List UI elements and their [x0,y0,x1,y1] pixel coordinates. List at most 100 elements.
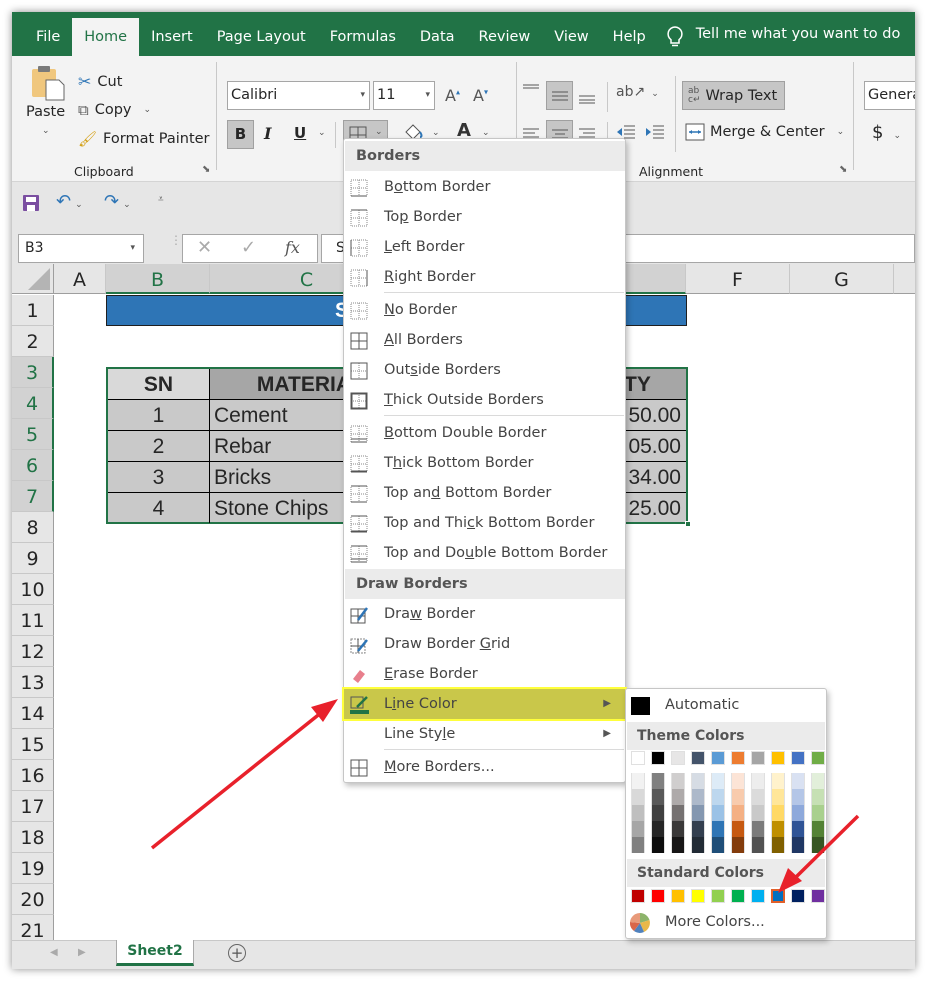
automatic-color-option[interactable]: Automatic [626,691,826,721]
redo-button[interactable]: ↷ ⌄ [104,191,131,212]
theme-shade-swatch[interactable] [691,821,705,837]
theme-shade-swatch[interactable] [751,821,765,837]
theme-shade-swatch[interactable] [811,821,825,837]
cell-sn[interactable]: 2 [108,431,210,461]
theme-shade-swatch[interactable] [731,773,745,789]
tab-formulas[interactable]: Formulas [318,12,408,56]
menu-item-left-border[interactable]: Left Border [344,232,625,262]
theme-shade-swatch[interactable] [671,837,685,853]
cell-quantity[interactable]: 50.00 [621,400,681,431]
menu-item-erase-border[interactable]: Erase Border [344,659,625,689]
customize-qat-icon[interactable]: ⩡ [158,194,164,205]
theme-shade-swatch[interactable] [671,805,685,821]
theme-shade-swatch[interactable] [651,821,665,837]
theme-shade-swatch[interactable] [691,773,705,789]
theme-color-swatch[interactable] [651,751,665,765]
theme-shade-swatch[interactable] [651,789,665,805]
theme-shade-swatch[interactable] [731,837,745,853]
theme-shade-swatch[interactable] [751,789,765,805]
theme-color-swatch[interactable] [731,751,745,765]
align-bottom-button[interactable] [578,88,596,108]
bold-button[interactable]: B [227,120,254,149]
theme-shade-swatch[interactable] [791,789,805,805]
header-quantity[interactable]: TY [624,369,674,400]
menu-item-draw-border-grid[interactable]: Draw Border Grid [344,629,625,659]
theme-shade-swatch[interactable] [811,837,825,853]
menu-item-top-and-bottom-border[interactable]: Top and Bottom Border [344,478,625,508]
menu-item-draw-border[interactable]: Draw Border [344,599,625,629]
insert-function-icon[interactable]: fx [285,235,300,261]
standard-color-swatch[interactable] [791,889,805,903]
copy-dropdown-icon[interactable]: ⌄ [144,105,152,115]
standard-color-swatch[interactable] [651,889,665,903]
menu-item-all-borders[interactable]: All Borders [344,325,625,355]
sheet-tab-sheet2[interactable]: Sheet2 [116,940,194,966]
row-header-13[interactable]: 13 [12,667,54,698]
select-all-corner[interactable] [12,264,54,294]
row-header-17[interactable]: 17 [12,791,54,822]
menu-item-bottom-double-border[interactable]: Bottom Double Border [344,418,625,448]
align-middle-button[interactable] [546,81,573,110]
theme-color-swatch[interactable] [671,751,685,765]
column-header-a[interactable]: A [54,264,106,294]
fill-handle[interactable] [685,521,691,527]
standard-color-swatch[interactable] [671,889,685,903]
theme-shade-swatch[interactable] [691,789,705,805]
row-header-6[interactable]: 6 [12,450,54,481]
menu-item-right-border[interactable]: Right Border [344,262,625,292]
standard-color-swatch-selected[interactable] [771,889,785,903]
tab-insert[interactable]: Insert [139,12,205,56]
theme-shade-swatch[interactable] [731,789,745,805]
wrap-text-button[interactable]: ab c↵ Wrap Text [682,81,785,110]
theme-shade-swatch[interactable] [631,805,645,821]
theme-shade-swatch[interactable] [791,837,805,853]
enter-icon[interactable]: ✓ [241,235,256,261]
menu-item-top-border[interactable]: Top Border [344,202,625,232]
theme-shade-swatch[interactable] [631,821,645,837]
grow-font-button[interactable]: A▴ [445,86,460,105]
number-format-dropdown[interactable]: Genera [864,81,915,110]
cell-sn[interactable]: 3 [108,462,210,492]
font-name-dropdown[interactable]: Calibri ▾ [227,81,370,110]
row-header-19[interactable]: 19 [12,853,54,884]
theme-shade-swatch[interactable] [651,837,665,853]
tab-page-layout[interactable]: Page Layout [205,12,318,56]
undo-button[interactable]: ↶ ⌄ [56,191,83,212]
cancel-icon[interactable]: ✕ [197,235,212,261]
tab-data[interactable]: Data [408,12,467,56]
scroll-tabs-right-icon[interactable]: ▶ [78,947,86,958]
menu-item-no-border[interactable]: No Border [344,295,625,325]
theme-color-swatch[interactable] [711,751,725,765]
theme-shade-swatch[interactable] [711,789,725,805]
theme-shade-swatch[interactable] [751,773,765,789]
theme-shade-swatch[interactable] [791,821,805,837]
standard-color-swatch[interactable] [731,889,745,903]
theme-shade-swatch[interactable] [791,805,805,821]
row-header-12[interactable]: 12 [12,636,54,667]
theme-shade-swatch[interactable] [631,773,645,789]
name-box[interactable]: B3 ▾ [18,234,144,263]
column-header-b[interactable]: B [106,264,210,294]
theme-shade-swatch[interactable] [811,773,825,789]
menu-item-top-and-double-bottom-border[interactable]: Top and Double Bottom Border [344,538,625,568]
theme-color-swatch[interactable] [791,751,805,765]
row-header-20[interactable]: 20 [12,884,54,915]
align-top-button[interactable] [522,82,542,102]
theme-color-swatch[interactable] [771,751,785,765]
theme-color-swatch[interactable] [811,751,825,765]
theme-shade-swatch[interactable] [811,805,825,821]
cell-material[interactable]: Bricks [214,462,354,493]
menu-item-line-style[interactable]: Line Style ▶ [344,719,625,749]
header-material[interactable]: MATERIA [211,369,351,400]
row-header-18[interactable]: 18 [12,822,54,853]
row-header-16[interactable]: 16 [12,760,54,791]
menu-item-top-and-thick-bottom-border[interactable]: Top and Thick Bottom Border [344,508,625,538]
column-header-h[interactable] [894,264,915,294]
theme-color-swatch[interactable] [631,751,645,765]
formula-bar-grip[interactable]: ⋮ [170,234,182,246]
tell-me-search[interactable]: Tell me what you want to do [666,12,900,59]
theme-shade-swatch[interactable] [771,837,785,853]
tab-view[interactable]: View [542,12,600,56]
theme-shade-swatch[interactable] [691,837,705,853]
tab-review[interactable]: Review [467,12,543,56]
